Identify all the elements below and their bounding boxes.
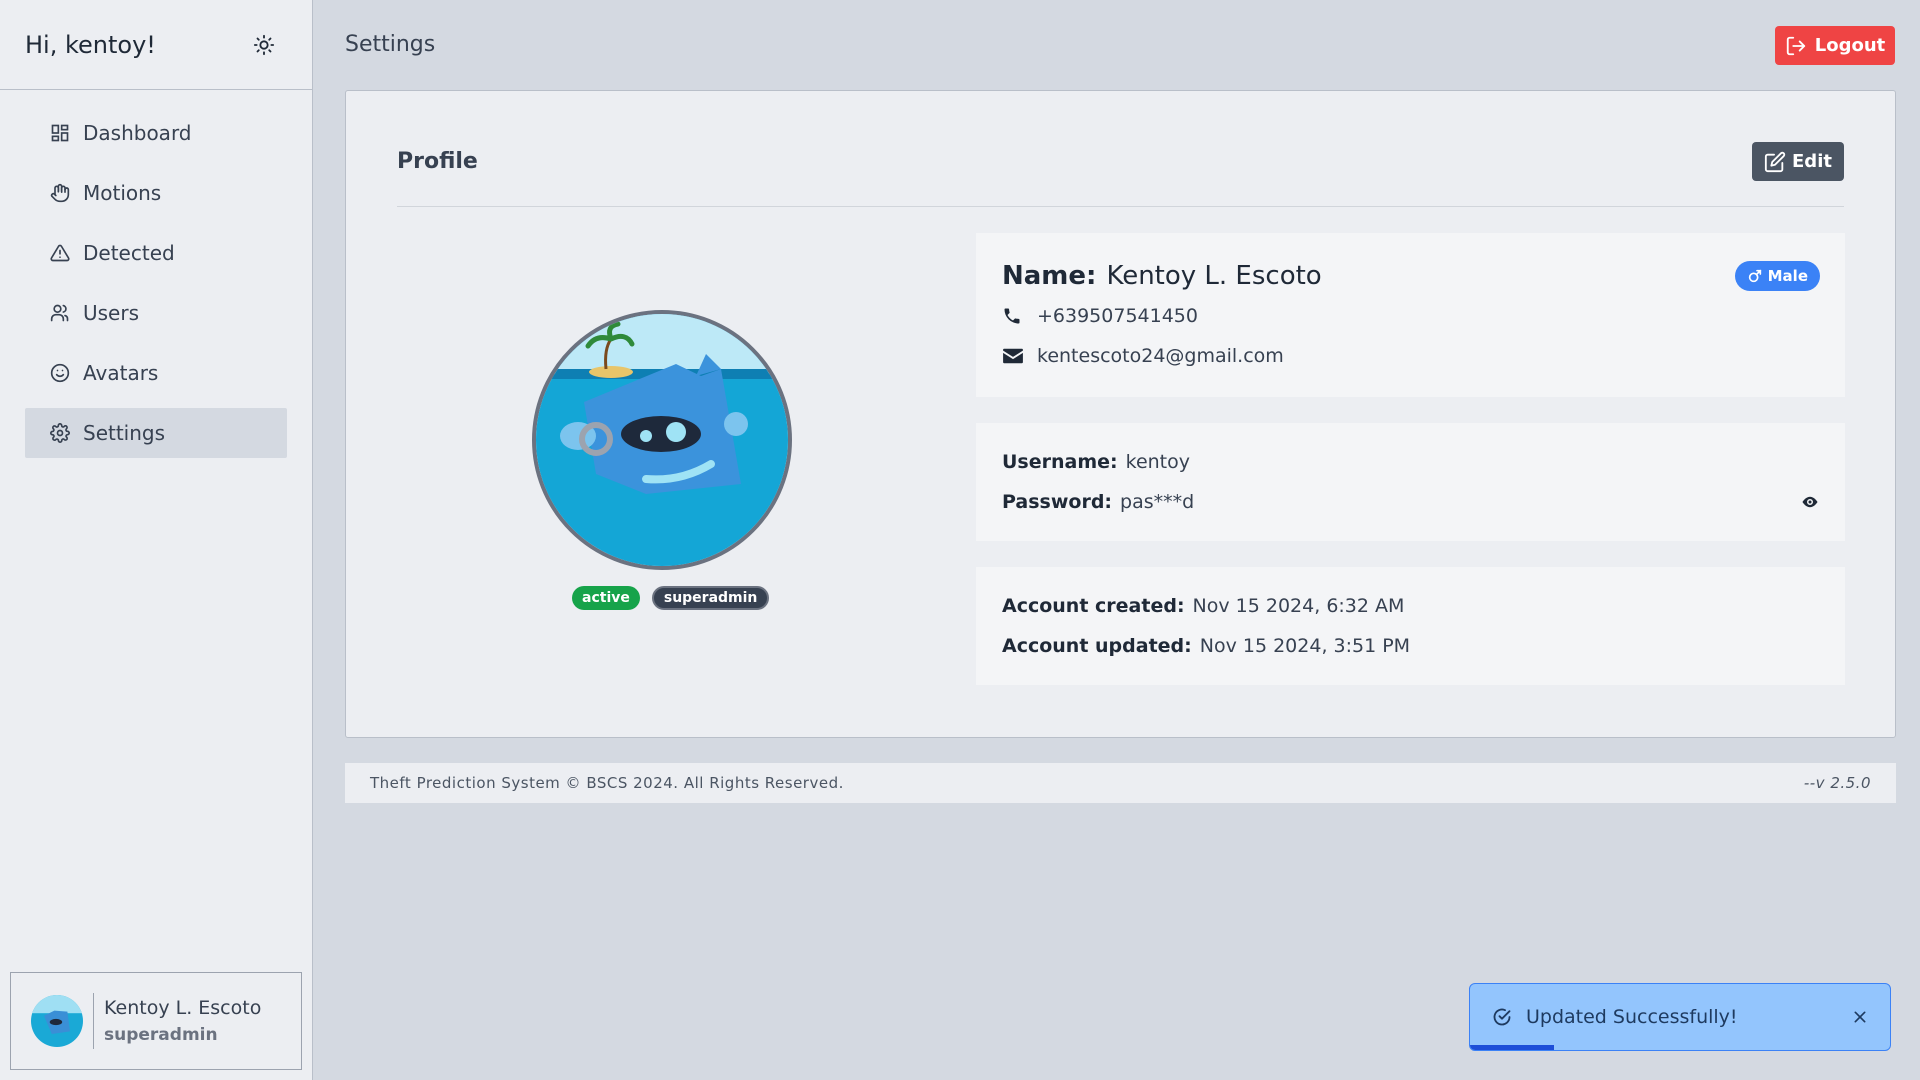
contact-info-box: Name: Kentoy L. Escoto Male +639507541450…: [976, 233, 1845, 397]
profile-card: Profile Edit active superadmin Name: Ken…: [345, 90, 1896, 738]
user-role: superadmin: [104, 1025, 218, 1045]
divider: [93, 993, 94, 1049]
sidebar-item-label: Dashboard: [83, 121, 192, 145]
dashboard-icon: [49, 122, 71, 144]
sidebar-item-label: Avatars: [83, 361, 159, 385]
username-value: kentoy: [1125, 451, 1191, 473]
logout-label: Logout: [1814, 35, 1886, 56]
created-value: Nov 15 2024, 6:32 AM: [1192, 595, 1405, 617]
toast-message: Updated Successfully!: [1526, 1006, 1738, 1028]
status-badge: active: [572, 586, 640, 610]
hand-icon: [49, 182, 71, 204]
name-row: Name: Kentoy L. Escoto: [1002, 261, 1322, 291]
divider: [397, 206, 1844, 207]
username-row: Username: kentoy: [1002, 451, 1190, 473]
sidebar-nav: Dashboard Motions Detected Users Avatars: [0, 90, 312, 458]
role-badge: superadmin: [651, 586, 770, 610]
gender-badge: Male: [1734, 261, 1820, 291]
edit-icon: [1764, 151, 1786, 173]
edit-label: Edit: [1792, 151, 1832, 172]
account-dates-box: Account created: Nov 15 2024, 6:32 AM Acc…: [976, 567, 1845, 685]
toast-progress-bar: [1470, 1045, 1554, 1050]
sidebar-item-label: Users: [83, 301, 140, 325]
phone-value: +639507541450: [1037, 305, 1198, 327]
phone-row: +639507541450: [1002, 305, 1198, 327]
sidebar-item-label: Settings: [83, 421, 166, 445]
edit-button[interactable]: Edit: [1752, 142, 1844, 181]
updated-row: Account updated: Nov 15 2024, 3:51 PM: [1002, 635, 1410, 657]
footer: Theft Prediction System © BSCS 2024. All…: [345, 763, 1896, 803]
check-circle-icon: [1492, 1007, 1512, 1027]
phone-icon: [1002, 306, 1026, 326]
updated-value: Nov 15 2024, 3:51 PM: [1199, 635, 1411, 657]
footer-copyright: Theft Prediction System © BSCS 2024. All…: [370, 774, 844, 792]
sidebar-item-settings[interactable]: Settings: [25, 408, 287, 458]
name-value: Kentoy L. Escoto: [1106, 261, 1322, 291]
sidebar-item-label: Motions: [83, 181, 162, 205]
gear-icon: [49, 422, 71, 444]
username-label: Username:: [1002, 451, 1118, 473]
name-label: Name:: [1002, 261, 1097, 291]
warning-icon: [49, 242, 71, 264]
password-row: Password: pas***d: [1002, 491, 1194, 513]
eye-icon[interactable]: [1801, 495, 1819, 509]
sidebar-item-users[interactable]: Users: [25, 288, 287, 338]
user-name: Kentoy L. Escoto: [104, 997, 262, 1019]
credentials-box: Username: kentoy Password: pas***d: [976, 423, 1845, 541]
sidebar-item-detected[interactable]: Detected: [25, 228, 287, 278]
password-label: Password:: [1002, 491, 1113, 513]
page-title: Settings: [345, 32, 436, 57]
sidebar-item-label: Detected: [83, 241, 175, 265]
footer-version: --v 2.5.0: [1803, 774, 1871, 792]
sidebar-item-avatars[interactable]: Avatars: [25, 348, 287, 398]
profile-badges: active superadmin: [572, 586, 770, 610]
theme-toggle-sun-icon[interactable]: [250, 31, 278, 59]
logout-button[interactable]: Logout: [1775, 26, 1895, 65]
smiley-icon: [49, 362, 71, 384]
sidebar: Hi, kentoy! Dashboard Motions Detected U…: [0, 0, 313, 1080]
updated-label: Account updated:: [1002, 635, 1192, 657]
profile-avatar: [532, 310, 792, 570]
users-icon: [49, 302, 71, 324]
sidebar-item-motions[interactable]: Motions: [25, 168, 287, 218]
sidebar-item-dashboard[interactable]: Dashboard: [25, 108, 287, 158]
avatar: [31, 995, 83, 1047]
close-icon[interactable]: [1852, 1009, 1868, 1025]
logout-icon: [1785, 35, 1807, 57]
gender-label: Male: [1767, 267, 1808, 285]
created-row: Account created: Nov 15 2024, 6:32 AM: [1002, 595, 1404, 617]
male-icon: [1747, 268, 1763, 284]
password-value: pas***d: [1120, 491, 1195, 513]
email-value: kentescoto24@gmail.com: [1037, 345, 1284, 367]
success-toast: Updated Successfully!: [1469, 983, 1891, 1051]
email-row: kentescoto24@gmail.com: [1002, 345, 1284, 367]
sidebar-user-card[interactable]: Kentoy L. Escoto superadmin: [10, 972, 302, 1070]
created-label: Account created:: [1002, 595, 1185, 617]
profile-title: Profile: [397, 149, 478, 174]
sidebar-header: Hi, kentoy!: [0, 0, 312, 90]
greeting: Hi, kentoy!: [25, 30, 156, 59]
mail-icon: [1002, 347, 1026, 365]
